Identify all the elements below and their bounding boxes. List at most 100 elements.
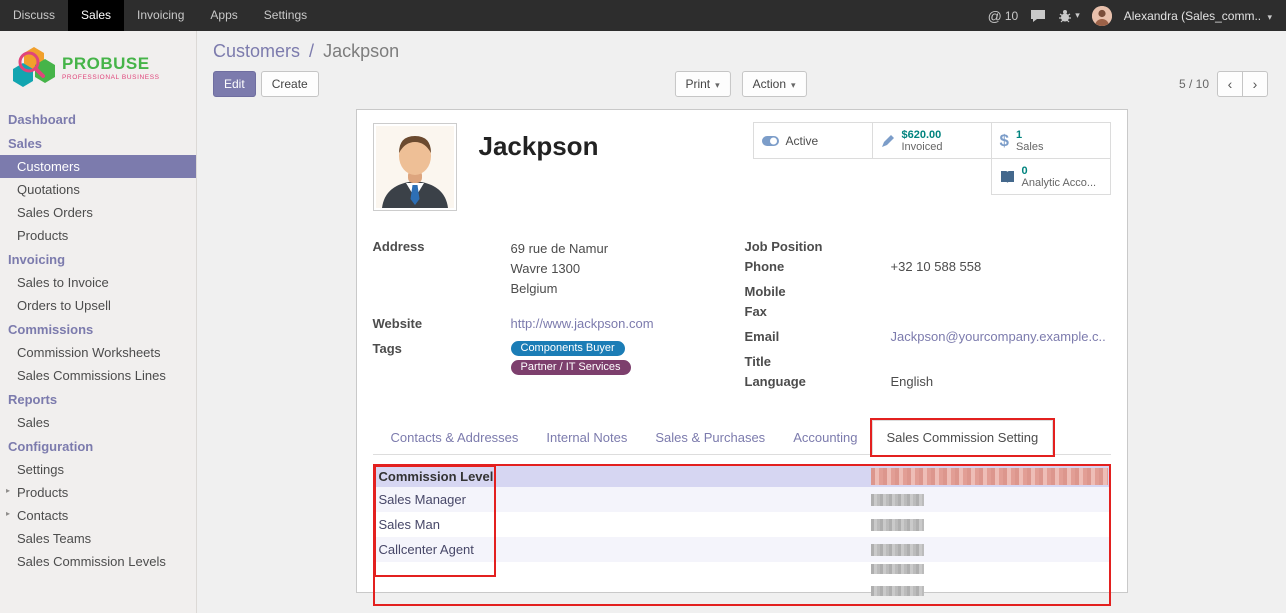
address-country: Belgium xyxy=(511,279,609,299)
address-value: 69 rue de Namur Wavre 1300 Belgium xyxy=(511,239,609,299)
breadcrumb-customers-link[interactable]: Customers xyxy=(213,41,300,61)
website-link[interactable]: http://www.jackpson.com xyxy=(511,316,654,331)
customer-name: Jackpson xyxy=(479,131,599,162)
sidebar-item-sales-to-invoice[interactable]: Sales to Invoice xyxy=(0,271,196,294)
website-field: Website http://www.jackpson.com xyxy=(373,316,745,331)
row-redacted-area xyxy=(871,494,1109,506)
row-redacted-area xyxy=(871,519,1109,531)
analytic-stat-button[interactable]: 0 Analytic Acco... xyxy=(991,158,1111,195)
header-redacted-area xyxy=(871,468,1109,485)
commission-row-sales-man[interactable]: Sales Man xyxy=(375,512,1109,537)
customer-photo[interactable] xyxy=(373,123,457,211)
job-position-field: Job Position xyxy=(745,239,1111,254)
breadcrumb: Customers / Jackpson xyxy=(213,41,1268,62)
redacted-value-block xyxy=(871,544,924,556)
sidebar-item-products[interactable]: Products xyxy=(0,224,196,247)
sidebar-item-sales-orders[interactable]: Sales Orders xyxy=(0,201,196,224)
edit-button[interactable]: Edit xyxy=(213,71,256,97)
messages-icon[interactable] xyxy=(1030,9,1046,23)
active-label: Active xyxy=(786,134,819,148)
sidebar-item-sales-commission-levels[interactable]: Sales Commission Levels xyxy=(0,550,196,573)
sidebar-section-sales[interactable]: Sales xyxy=(0,131,196,155)
pager-next-button[interactable] xyxy=(1242,71,1268,97)
sidebar-section-reports[interactable]: Reports xyxy=(0,387,196,411)
commission-row-sales-manager[interactable]: Sales Manager xyxy=(375,487,1109,512)
mention-badge[interactable]: 10 xyxy=(988,8,1019,24)
sidebar-section-configuration[interactable]: Configuration xyxy=(0,434,196,458)
redacted-value-block xyxy=(871,564,924,574)
sidebar-item-contacts-config[interactable]: Contacts xyxy=(0,504,196,527)
active-stat-button[interactable]: Active xyxy=(753,122,873,159)
commission-row-callcenter-agent[interactable]: Callcenter Agent xyxy=(375,537,1109,562)
sidebar-item-sales-commissions-lines[interactable]: Sales Commissions Lines xyxy=(0,364,196,387)
sidebar-item-sales-report[interactable]: Sales xyxy=(0,411,196,434)
sidebar: PROBUSE PROFESSIONAL BUSINESS Dashboard … xyxy=(0,31,197,613)
create-button[interactable]: Create xyxy=(261,71,319,97)
sidebar-item-settings[interactable]: Settings xyxy=(0,458,196,481)
field-groups: Address 69 rue de Namur Wavre 1300 Belgi… xyxy=(373,239,1111,394)
user-avatar[interactable] xyxy=(1092,6,1112,26)
customer-form-sheet: Jackpson Active $620.00 Invoiced xyxy=(356,109,1128,593)
address-label: Address xyxy=(373,239,511,299)
fax-field: Fax xyxy=(745,304,1111,319)
empty-row xyxy=(375,584,1109,597)
sales-stat-button[interactable]: $ 1 Sales xyxy=(991,122,1111,159)
menu-discuss[interactable]: Discuss xyxy=(0,0,68,31)
user-menu[interactable]: Alexandra (Sales_comm.. xyxy=(1124,9,1272,23)
sidebar-item-orders-to-upsell[interactable]: Orders to Upsell xyxy=(0,294,196,317)
email-label: Email xyxy=(745,329,891,344)
app-logo[interactable]: PROBUSE PROFESSIONAL BUSINESS xyxy=(0,31,196,107)
tab-internal-notes[interactable]: Internal Notes xyxy=(532,421,641,454)
action-dropdown-button[interactable]: Action xyxy=(742,71,807,97)
action-group: Print Action xyxy=(674,71,806,97)
field-group-left: Address 69 rue de Namur Wavre 1300 Belgi… xyxy=(373,239,745,394)
stat-buttons: Active $620.00 Invoiced $ 1 Sales xyxy=(754,123,1111,195)
logo-subtitle: PROFESSIONAL BUSINESS xyxy=(62,74,160,81)
print-dropdown-button[interactable]: Print xyxy=(674,71,730,97)
breadcrumb-current: Jackpson xyxy=(323,41,399,61)
topbar-systray: 10 Alexandra (Sales_comm.. xyxy=(988,0,1286,31)
empty-row xyxy=(375,562,1109,575)
tab-sales-purchases[interactable]: Sales & Purchases xyxy=(641,421,779,454)
sidebar-item-quotations[interactable]: Quotations xyxy=(0,178,196,201)
redacted-value-block xyxy=(871,494,924,506)
invoiced-label: Invoiced xyxy=(902,141,943,153)
commission-table-header-row: Commission Level xyxy=(375,466,1109,487)
field-group-right: Job Position Phone +32 10 588 558 Mobile… xyxy=(745,239,1111,394)
sales-count-label: Sales xyxy=(1016,141,1044,153)
phone-label: Phone xyxy=(745,259,891,274)
menu-apps[interactable]: Apps xyxy=(197,0,250,31)
sidebar-section-invoicing[interactable]: Invoicing xyxy=(0,247,196,271)
tag-components-buyer[interactable]: Components Buyer xyxy=(511,341,625,356)
tag-partner-it-services[interactable]: Partner / IT Services xyxy=(511,360,631,375)
commission-level-cell: Sales Man xyxy=(375,517,495,532)
redacted-header-block xyxy=(871,468,1108,485)
commission-level-cell: Callcenter Agent xyxy=(375,542,495,557)
menu-settings[interactable]: Settings xyxy=(251,0,320,31)
debug-icon[interactable] xyxy=(1058,9,1080,23)
pencil-icon xyxy=(881,134,895,148)
email-field: Email Jackpson@yourcompany.example.c.. xyxy=(745,329,1111,344)
menu-sales[interactable]: Sales xyxy=(68,0,124,31)
tab-sales-commission-setting[interactable]: Sales Commission Setting xyxy=(872,420,1054,455)
pager-previous-button[interactable] xyxy=(1217,71,1243,97)
menu-invoicing[interactable]: Invoicing xyxy=(124,0,197,31)
email-link[interactable]: Jackpson@yourcompany.example.c.. xyxy=(891,329,1106,344)
tab-contacts-addresses[interactable]: Contacts & Addresses xyxy=(377,421,533,454)
invoiced-stat-button[interactable]: $620.00 Invoiced xyxy=(872,122,992,159)
analytic-count-label: Analytic Acco... xyxy=(1022,177,1097,189)
commission-table-annotation-box: Commission Level Sales Manager Sales Man xyxy=(373,464,1111,606)
sidebar-item-products-config[interactable]: Products xyxy=(0,481,196,504)
sidebar-item-commission-worksheets[interactable]: Commission Worksheets xyxy=(0,341,196,364)
tab-accounting[interactable]: Accounting xyxy=(779,421,871,454)
customer-photo-image xyxy=(376,126,454,208)
main-content: Customers / Jackpson Edit Create Print A… xyxy=(197,31,1286,613)
book-icon xyxy=(1000,170,1015,184)
sidebar-item-customers[interactable]: Customers xyxy=(0,155,196,178)
sidebar-section-commissions[interactable]: Commissions xyxy=(0,317,196,341)
sidebar-item-sales-teams[interactable]: Sales Teams xyxy=(0,527,196,550)
phone-field: Phone +32 10 588 558 xyxy=(745,259,1111,274)
analytic-count-value: 0 xyxy=(1022,165,1097,177)
commission-level-header[interactable]: Commission Level xyxy=(375,469,495,484)
sidebar-section-dashboard[interactable]: Dashboard xyxy=(0,107,196,131)
